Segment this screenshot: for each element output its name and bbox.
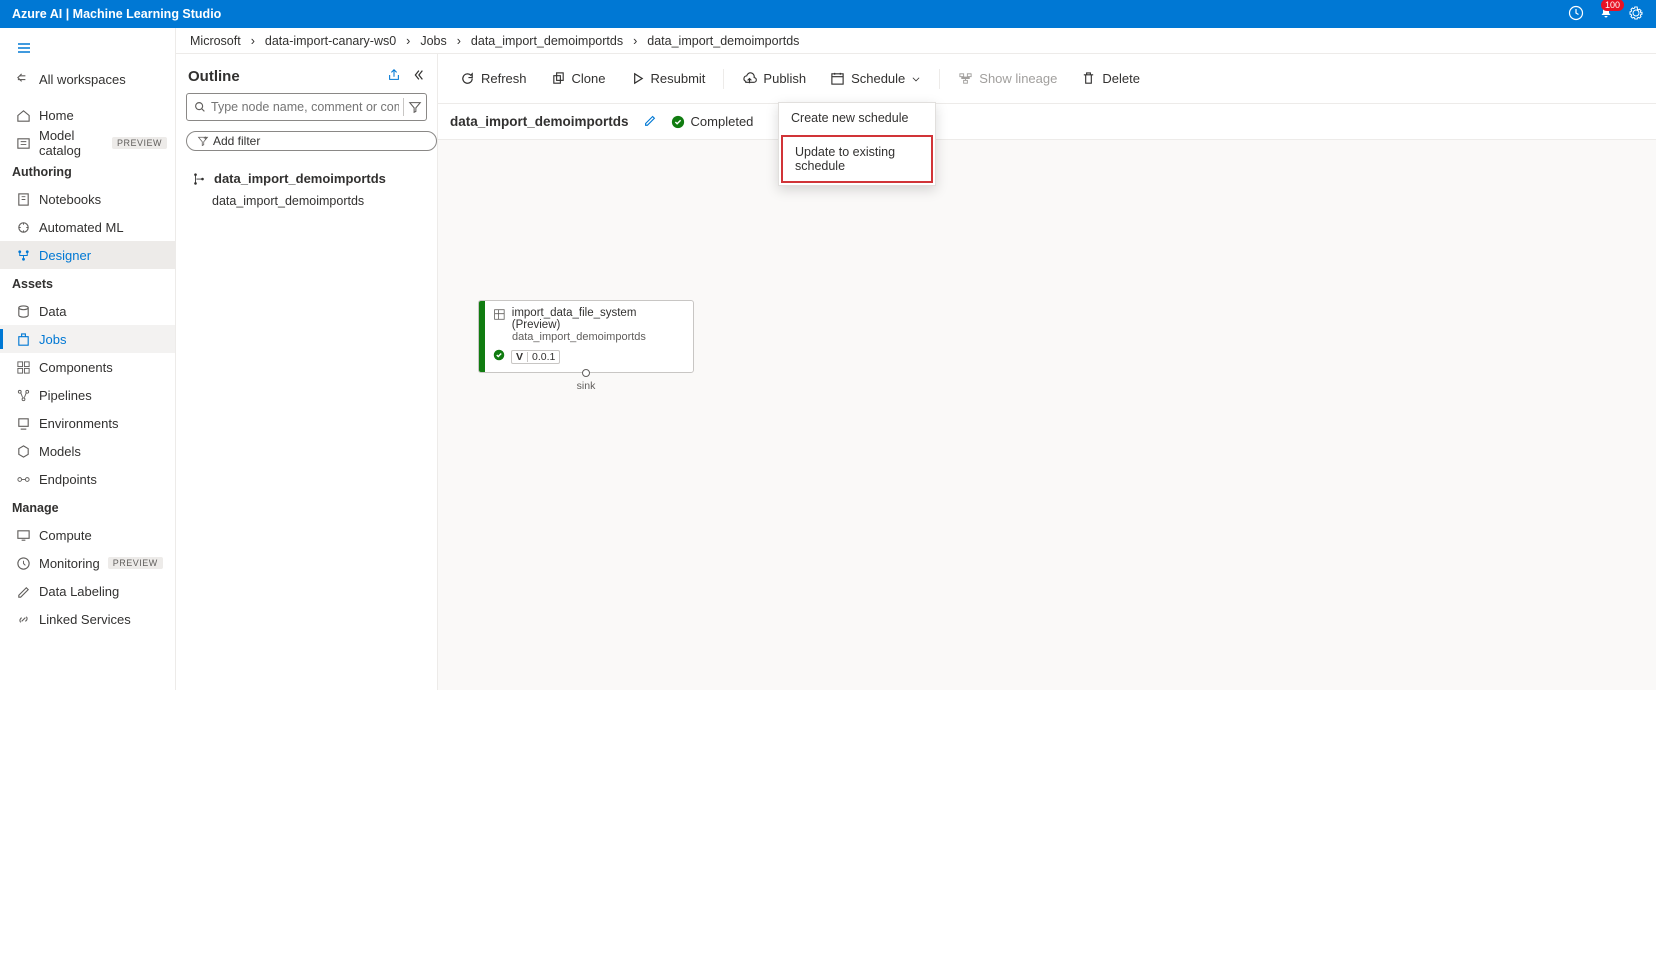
- outline-search[interactable]: [186, 93, 427, 121]
- clone-icon: [551, 71, 566, 86]
- node-output-port[interactable]: [582, 369, 590, 377]
- node-subtitle: data_import_demoimportds: [493, 331, 685, 343]
- chevron-right-icon: ›: [251, 34, 255, 48]
- sidebar: All workspaces Home Model catalog PREVIE…: [0, 28, 176, 690]
- crumb-pipeline[interactable]: data_import_demoimportds: [471, 34, 623, 48]
- clone-button[interactable]: Clone: [541, 65, 616, 92]
- cloud-up-icon: [742, 71, 757, 86]
- header-icons: 100: [1568, 5, 1644, 24]
- hamburger-button[interactable]: [0, 34, 175, 65]
- refresh-button[interactable]: Refresh: [450, 65, 537, 92]
- app-title: Azure AI | Machine Learning Studio: [12, 7, 221, 21]
- gear-icon[interactable]: [1628, 5, 1644, 24]
- app-body: All workspaces Home Model catalog PREVIE…: [0, 28, 1656, 690]
- sidebar-models[interactable]: Models: [0, 437, 175, 465]
- node-port-label: sink: [577, 380, 596, 392]
- sidebar-data-labeling[interactable]: Data Labeling: [0, 577, 175, 605]
- tree-child[interactable]: data_import_demoimportds: [186, 192, 427, 210]
- main-panel: Refresh Clone Resubmit Publish: [438, 54, 1656, 690]
- sidebar-components[interactable]: Components: [0, 353, 175, 381]
- breadcrumb: Microsoft › data-import-canary-ws0 › Job…: [176, 28, 1656, 54]
- outline-panel: Outline Add filter: [176, 54, 438, 690]
- node-version: V 0.0.1: [511, 350, 560, 364]
- sidebar-model-catalog[interactable]: Model catalog PREVIEW: [0, 129, 175, 157]
- node-title: import_data_file_system (Preview): [512, 307, 685, 331]
- filter-icon[interactable]: [408, 100, 422, 114]
- section-assets: Assets: [0, 269, 175, 297]
- job-status: Completed: [671, 114, 754, 129]
- edit-icon[interactable]: [643, 113, 657, 130]
- notification-badge: 100: [1601, 0, 1624, 11]
- toolbar: Refresh Clone Resubmit Publish: [438, 54, 1656, 104]
- play-icon: [630, 71, 645, 86]
- plus-filter-icon: [197, 135, 209, 147]
- content-area: Microsoft › data-import-canary-ws0 › Job…: [176, 28, 1656, 690]
- grid-icon: [493, 308, 506, 321]
- crumb-microsoft[interactable]: Microsoft: [190, 34, 241, 48]
- all-workspaces[interactable]: All workspaces: [0, 65, 175, 93]
- pipeline-node[interactable]: import_data_file_system (Preview) data_i…: [478, 300, 694, 373]
- crumb-workspace[interactable]: data-import-canary-ws0: [265, 34, 396, 48]
- clock-icon[interactable]: [1568, 5, 1584, 24]
- delete-button[interactable]: Delete: [1071, 65, 1150, 92]
- sidebar-notebooks[interactable]: Notebooks: [0, 185, 175, 213]
- check-circle-icon: [671, 115, 685, 129]
- show-lineage-button: Show lineage: [948, 65, 1067, 92]
- update-schedule-item[interactable]: Update to existing schedule: [781, 135, 933, 183]
- share-icon[interactable]: [387, 68, 401, 85]
- create-schedule-item[interactable]: Create new schedule: [779, 103, 935, 133]
- outline-title: Outline: [188, 68, 240, 85]
- split-area: Outline Add filter: [176, 54, 1656, 690]
- crumb-current: data_import_demoimportds: [647, 34, 799, 48]
- calendar-icon: [830, 71, 845, 86]
- section-authoring: Authoring: [0, 157, 175, 185]
- all-workspaces-label: All workspaces: [39, 72, 126, 87]
- collapse-icon[interactable]: [411, 68, 425, 85]
- node-check-icon: [493, 349, 505, 364]
- sidebar-designer[interactable]: Designer: [0, 241, 175, 269]
- schedule-dropdown: Create new schedule Update to existing s…: [778, 102, 936, 186]
- sidebar-endpoints[interactable]: Endpoints: [0, 465, 175, 493]
- trash-icon: [1081, 71, 1096, 86]
- canvas[interactable]: import_data_file_system (Preview) data_i…: [438, 140, 1656, 690]
- add-filter-button[interactable]: Add filter: [186, 131, 437, 151]
- tree-root[interactable]: data_import_demoimportds: [186, 167, 427, 192]
- lineage-icon: [958, 71, 973, 86]
- search-input[interactable]: [211, 100, 399, 114]
- top-header: Azure AI | Machine Learning Studio 100: [0, 0, 1656, 28]
- job-name: data_import_demoimportds: [450, 114, 629, 129]
- sidebar-automated-ml[interactable]: Automated ML: [0, 213, 175, 241]
- sidebar-jobs[interactable]: Jobs: [0, 325, 175, 353]
- sidebar-environments[interactable]: Environments: [0, 409, 175, 437]
- publish-button[interactable]: Publish: [732, 65, 816, 92]
- sidebar-home[interactable]: Home: [0, 101, 175, 129]
- sidebar-data[interactable]: Data: [0, 297, 175, 325]
- branch-icon: [192, 172, 206, 186]
- schedule-button[interactable]: Schedule: [820, 65, 931, 92]
- bell-icon[interactable]: 100: [1598, 5, 1614, 24]
- crumb-jobs[interactable]: Jobs: [420, 34, 446, 48]
- sidebar-monitoring[interactable]: Monitoring PREVIEW: [0, 549, 175, 577]
- sidebar-linked-services[interactable]: Linked Services: [0, 605, 175, 633]
- search-icon: [193, 100, 207, 114]
- outline-tree: data_import_demoimportds data_import_dem…: [176, 161, 437, 216]
- job-bar: data_import_demoimportds Completed: [438, 104, 1656, 140]
- resubmit-button[interactable]: Resubmit: [620, 65, 716, 92]
- sidebar-compute[interactable]: Compute: [0, 521, 175, 549]
- chevron-down-icon: [911, 74, 921, 84]
- section-manage: Manage: [0, 493, 175, 521]
- refresh-icon: [460, 71, 475, 86]
- preview-badge: PREVIEW: [112, 137, 167, 149]
- sidebar-pipelines[interactable]: Pipelines: [0, 381, 175, 409]
